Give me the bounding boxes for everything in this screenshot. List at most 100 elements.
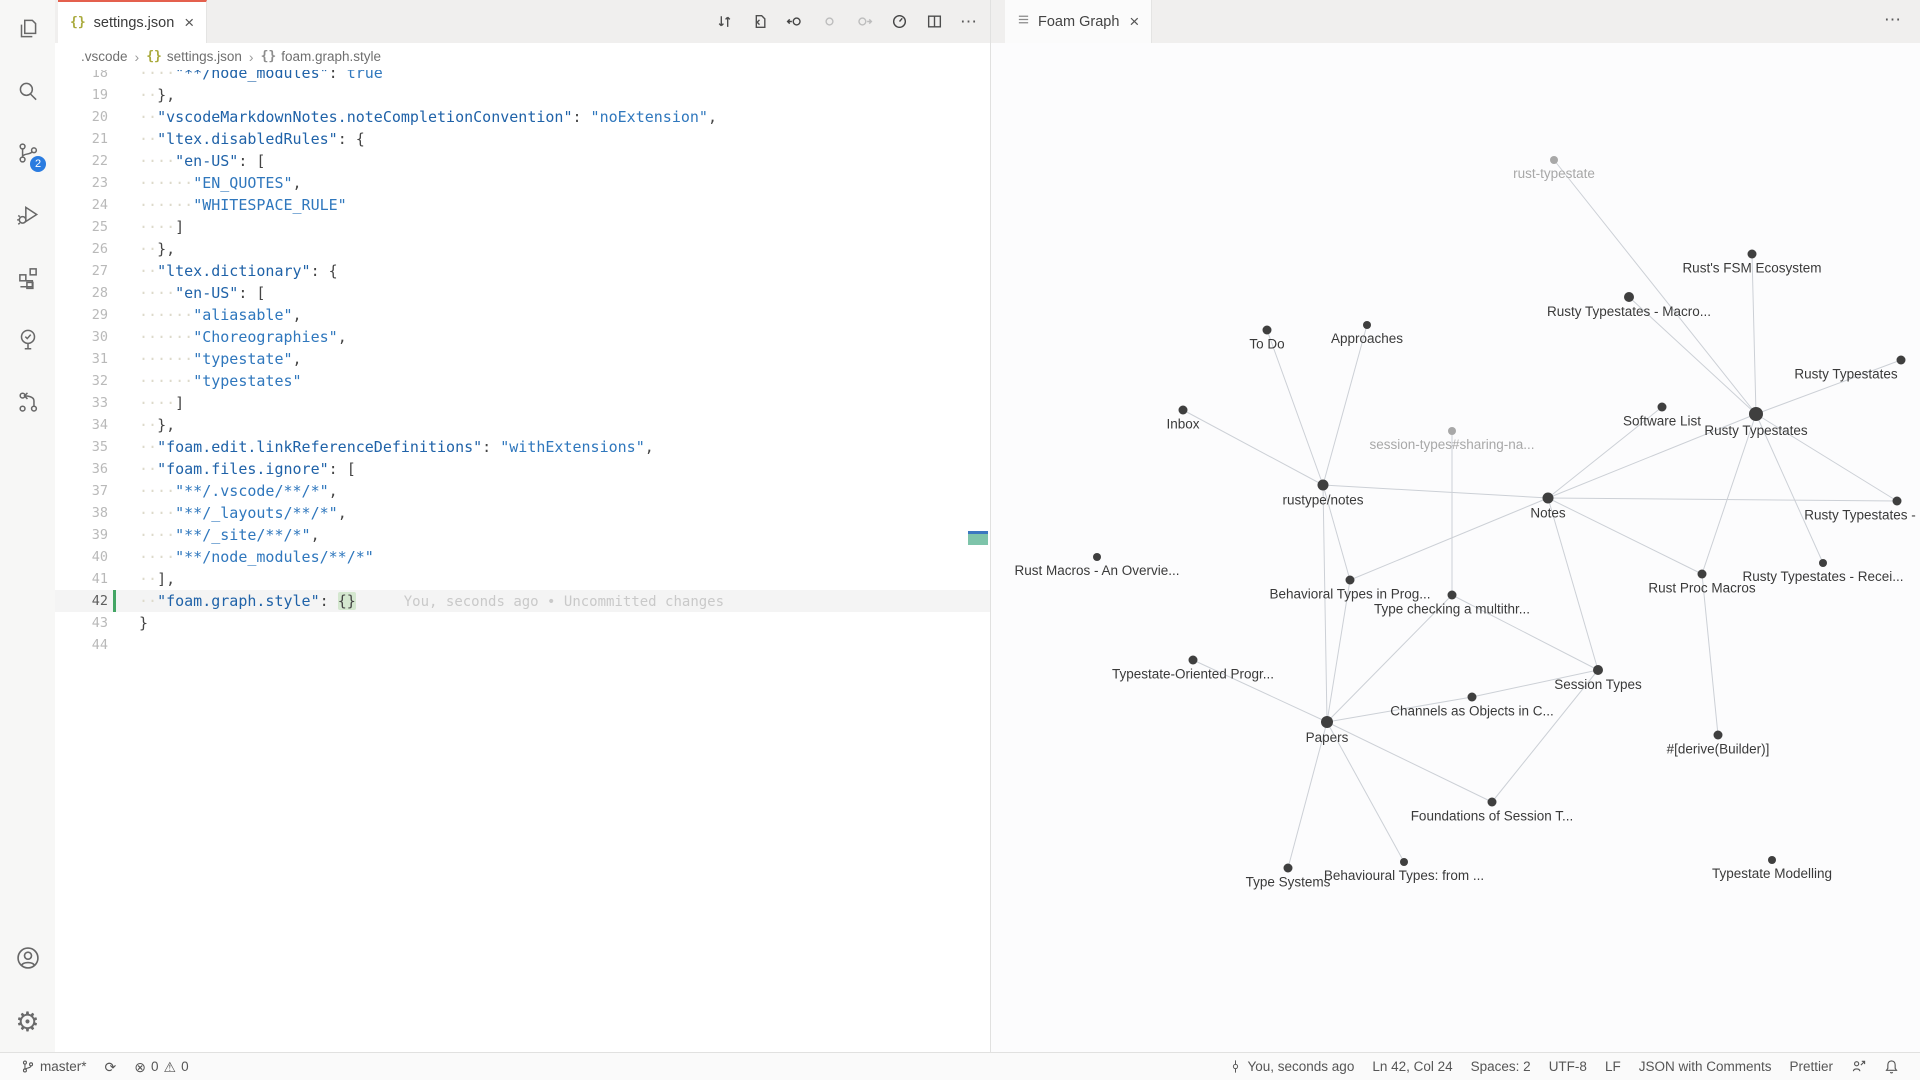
graph-node[interactable] bbox=[1189, 656, 1198, 665]
code-line[interactable]: 32······"typestates" bbox=[55, 370, 990, 392]
code-line[interactable]: 28····"en-US": [ bbox=[55, 282, 990, 304]
code-line[interactable]: 35··"foam.edit.linkReferenceDefinitions"… bbox=[55, 436, 990, 458]
code-line[interactable]: 41··], bbox=[55, 568, 990, 590]
close-icon[interactable]: × bbox=[184, 13, 194, 33]
graph-node[interactable] bbox=[1448, 591, 1457, 600]
code-line[interactable]: 27··"ltex.dictionary": { bbox=[55, 260, 990, 282]
graph-node[interactable] bbox=[1318, 480, 1329, 491]
more-actions-icon[interactable]: ⋯ bbox=[1884, 10, 1902, 30]
code-line[interactable]: 44 bbox=[55, 634, 990, 656]
code-line[interactable]: 37····"**/.vscode/**/*", bbox=[55, 480, 990, 502]
graph-node[interactable] bbox=[1897, 356, 1906, 365]
code-line[interactable]: 26··}, bbox=[55, 238, 990, 260]
code-line[interactable]: 29······"aliasable", bbox=[55, 304, 990, 326]
status-item-prettier[interactable]: Prettier bbox=[1780, 1053, 1842, 1080]
code-line[interactable]: 18····"**/node_modules": true bbox=[55, 70, 990, 84]
close-icon[interactable]: × bbox=[1129, 12, 1139, 32]
code-line[interactable]: 38····"**/_layouts/**/*", bbox=[55, 502, 990, 524]
code-line[interactable]: 21··"ltex.disabledRules": { bbox=[55, 128, 990, 150]
graph-node[interactable] bbox=[1448, 427, 1456, 435]
tab-foam-graph[interactable]: Foam Graph × bbox=[1005, 0, 1152, 43]
status-item-0[interactable]: ⊗0⚠0 bbox=[125, 1053, 197, 1080]
graph-node[interactable] bbox=[1263, 326, 1272, 335]
sidebar-item-todo-tree[interactable] bbox=[0, 310, 55, 372]
graph-node[interactable] bbox=[1468, 693, 1477, 702]
breadcrumb-item[interactable]: {}settings.json bbox=[146, 49, 242, 64]
code-line[interactable]: 24······"WHITESPACE_RULE" bbox=[55, 194, 990, 216]
code-line[interactable]: 36··"foam.files.ignore": [ bbox=[55, 458, 990, 480]
graph-node[interactable] bbox=[1346, 576, 1355, 585]
code-line[interactable]: 23······"EN_QUOTES", bbox=[55, 172, 990, 194]
code-line[interactable]: 20··"vscodeMarkdownNotes.noteCompletionC… bbox=[55, 106, 990, 128]
more-actions-icon[interactable]: ⋯ bbox=[958, 11, 980, 33]
status-item-utf-8[interactable]: UTF-8 bbox=[1540, 1053, 1596, 1080]
graph-node[interactable] bbox=[1363, 321, 1371, 329]
breadcrumb[interactable]: .vscode›{}settings.json›{}foam.graph.sty… bbox=[55, 43, 1016, 70]
code-text: ····"**/.vscode/**/*", bbox=[139, 480, 338, 502]
graph-node[interactable] bbox=[1748, 250, 1757, 259]
tab-settings-json[interactable]: {} settings.json × bbox=[58, 0, 207, 43]
graph-node[interactable] bbox=[1543, 493, 1554, 504]
code-line[interactable]: 31······"typestate", bbox=[55, 348, 990, 370]
status-item-you-seconds-ago[interactable]: You, seconds ago bbox=[1220, 1053, 1363, 1080]
previous-change-icon[interactable] bbox=[783, 11, 805, 33]
breadcrumb-item[interactable]: {}foam.graph.style bbox=[261, 49, 381, 64]
status-item-spaces-2[interactable]: Spaces: 2 bbox=[1462, 1053, 1540, 1080]
code-line[interactable]: 39····"**/_site/**/*", bbox=[55, 524, 990, 546]
graph-node[interactable] bbox=[1698, 570, 1707, 579]
settings-button[interactable]: ⚙ bbox=[0, 991, 55, 1053]
sidebar-item-extensions[interactable] bbox=[0, 248, 55, 310]
graph-node[interactable] bbox=[1488, 798, 1497, 807]
graph-node[interactable] bbox=[1321, 716, 1333, 728]
graph-node[interactable] bbox=[1768, 856, 1776, 864]
timeline-icon[interactable] bbox=[888, 11, 910, 33]
sidebar-item-git-graph[interactable] bbox=[0, 372, 55, 434]
code-line[interactable]: 34··}, bbox=[55, 414, 990, 436]
graph-node[interactable] bbox=[1749, 407, 1763, 421]
graph-node[interactable] bbox=[1658, 403, 1667, 412]
status-item[interactable] bbox=[1842, 1053, 1875, 1080]
code-line[interactable]: 43} bbox=[55, 612, 990, 634]
code-line[interactable]: 25····] bbox=[55, 216, 990, 238]
status-item-ln-42-col-24[interactable]: Ln 42, Col 24 bbox=[1363, 1053, 1461, 1080]
sidebar-item-search[interactable] bbox=[0, 62, 55, 124]
graph-node[interactable] bbox=[1893, 497, 1902, 506]
line-number: 39 bbox=[55, 524, 108, 546]
graph-node[interactable] bbox=[1179, 406, 1188, 415]
graph-edge bbox=[1548, 498, 1598, 670]
sidebar-item-explorer[interactable] bbox=[0, 0, 55, 62]
next-change-icon[interactable] bbox=[853, 11, 875, 33]
code-line[interactable]: 42··"foam.graph.style": {}You, seconds a… bbox=[55, 590, 990, 612]
sidebar-item-run-debug[interactable] bbox=[0, 186, 55, 248]
graph-node[interactable] bbox=[1819, 559, 1827, 567]
graph-node[interactable] bbox=[1093, 553, 1101, 561]
graph-edge bbox=[1323, 485, 1327, 722]
code-line[interactable]: 40····"**/node_modules/**/*" bbox=[55, 546, 990, 568]
status-item-json-with-comments[interactable]: JSON with Comments bbox=[1630, 1053, 1781, 1080]
graph-node[interactable] bbox=[1593, 665, 1603, 675]
code-line[interactable]: 30······"Choreographies", bbox=[55, 326, 990, 348]
graph-node[interactable] bbox=[1550, 156, 1558, 164]
code-line[interactable]: 22····"en-US": [ bbox=[55, 150, 990, 172]
sidebar-item-source-control[interactable]: 2 bbox=[0, 124, 55, 186]
current-change-icon[interactable] bbox=[818, 11, 840, 33]
graph-node[interactable] bbox=[1714, 731, 1723, 740]
code-line[interactable]: 19··}, bbox=[55, 84, 990, 106]
status-item-master-[interactable]: master* bbox=[12, 1053, 96, 1080]
graph-node[interactable] bbox=[1400, 858, 1408, 866]
foam-graph-webview[interactable]: rust-typestateRust's FSM EcosystemRusty … bbox=[991, 43, 1920, 1053]
split-editor-icon[interactable] bbox=[923, 11, 945, 33]
breadcrumb-item[interactable]: .vscode bbox=[81, 49, 128, 64]
graph-canvas[interactable]: rust-typestateRust's FSM EcosystemRusty … bbox=[991, 43, 1920, 1053]
status-item[interactable] bbox=[1875, 1053, 1908, 1080]
status-item[interactable]: ⟳ bbox=[96, 1053, 126, 1080]
graph-node[interactable] bbox=[1624, 292, 1634, 302]
code-editor[interactable]: 18····"**/node_modules": true19··},20··"… bbox=[55, 70, 990, 1053]
open-preview-icon[interactable] bbox=[748, 11, 770, 33]
code-line[interactable]: 33····] bbox=[55, 392, 990, 414]
graph-node[interactable] bbox=[1284, 864, 1293, 873]
compare-changes-icon[interactable] bbox=[713, 11, 735, 33]
account-button[interactable] bbox=[0, 929, 55, 991]
graph-node-label: Type checking a multithr... bbox=[1374, 602, 1530, 617]
status-item-lf[interactable]: LF bbox=[1596, 1053, 1630, 1080]
